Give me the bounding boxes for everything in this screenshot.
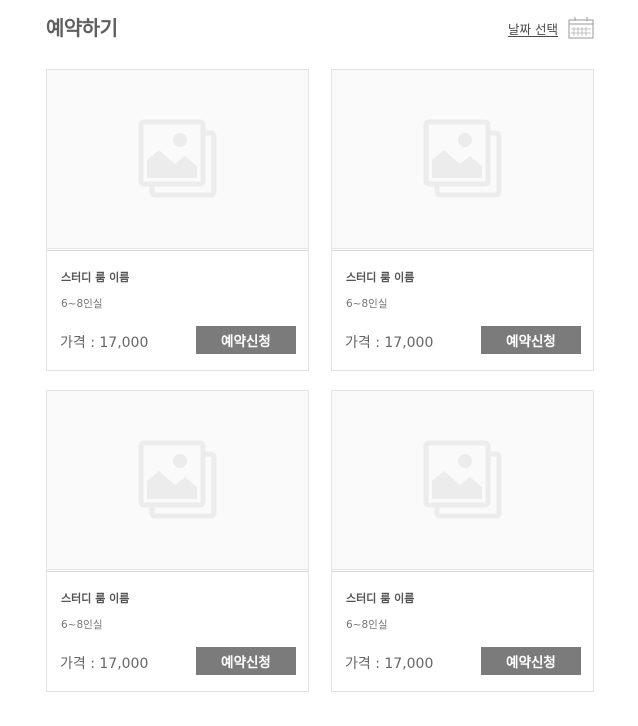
room-info: 스터디 룸 이름 6~8인실 가격 : 17,000 예약신청 bbox=[47, 250, 308, 370]
room-info: 스터디 룸 이름 6~8인실 가격 : 17,000 예약신청 bbox=[47, 571, 308, 691]
room-name: 스터디 룸 이름 bbox=[346, 271, 415, 284]
room-price: 가격 : 17,000 bbox=[60, 335, 149, 351]
room-price: 가격 : 17,000 bbox=[60, 656, 149, 672]
image-placeholder-icon bbox=[423, 440, 501, 519]
room-capacity: 6~8인실 bbox=[346, 619, 388, 631]
reserve-button[interactable]: 예약신청 bbox=[481, 326, 581, 354]
room-image-placeholder bbox=[332, 391, 593, 570]
reserve-button[interactable]: 예약신청 bbox=[196, 647, 296, 675]
room-card: 스터디 룸 이름 6~8인실 가격 : 17,000 예약신청 bbox=[331, 390, 594, 692]
room-card: 스터디 룸 이름 6~8인실 가격 : 17,000 예약신청 bbox=[46, 69, 309, 371]
room-price: 가격 : 17,000 bbox=[345, 656, 434, 672]
page-title: 예약하기 bbox=[46, 16, 118, 40]
image-placeholder-icon bbox=[138, 440, 216, 519]
reserve-button[interactable]: 예약신청 bbox=[481, 647, 581, 675]
room-capacity: 6~8인실 bbox=[346, 298, 388, 310]
image-placeholder-icon bbox=[138, 119, 216, 198]
room-price: 가격 : 17,000 bbox=[345, 335, 434, 351]
room-capacity: 6~8인실 bbox=[61, 619, 103, 631]
room-image-placeholder bbox=[47, 70, 308, 249]
date-select-label[interactable]: 날짜 선택 bbox=[508, 19, 558, 38]
date-select-button[interactable]: 날짜 선택 bbox=[508, 16, 594, 40]
room-name: 스터디 룸 이름 bbox=[61, 592, 130, 605]
reserve-button[interactable]: 예약신청 bbox=[196, 326, 296, 354]
calendar-icon[interactable] bbox=[568, 16, 594, 40]
room-info: 스터디 룸 이름 6~8인실 가격 : 17,000 예약신청 bbox=[332, 571, 593, 691]
room-capacity: 6~8인실 bbox=[61, 298, 103, 310]
reservation-page: 예약하기 날짜 선택 스터디 룸 이름 6~8인실 가격: 17,000 예약… bbox=[0, 0, 638, 726]
room-card: 스터디 룸 이름 6~8인실 가격 : 17,000 예약신청 bbox=[331, 69, 594, 371]
room-card: 스터디 룸 이름 6~8인실 가격 : 17,000 예약신청 bbox=[46, 390, 309, 692]
room-name: 스터디 룸 이름 bbox=[346, 592, 415, 605]
room-image-placeholder bbox=[47, 391, 308, 570]
room-info: 스터디 룸 이름 6~8인실 가격 : 17,000 예약신청 bbox=[332, 250, 593, 370]
room-image-placeholder bbox=[332, 70, 593, 249]
room-name: 스터디 룸 이름 bbox=[61, 271, 130, 284]
page-header: 예약하기 날짜 선택 bbox=[46, 12, 594, 44]
image-placeholder-icon bbox=[423, 119, 501, 198]
